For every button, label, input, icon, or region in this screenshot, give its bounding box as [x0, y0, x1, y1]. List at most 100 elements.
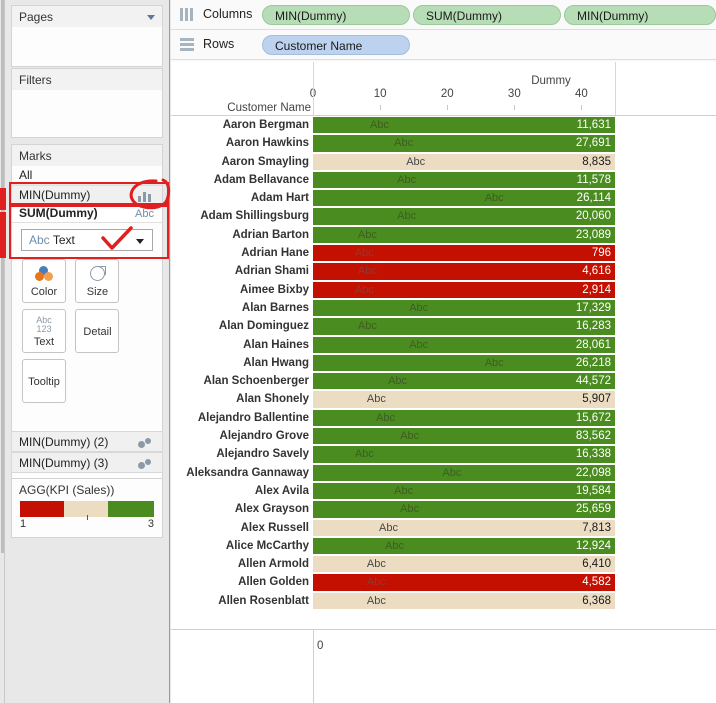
chart-row[interactable]: Adam Hart Abc 26,114 — [171, 189, 716, 207]
chart-row[interactable]: Alejandro Grove Abc 83,562 — [171, 427, 716, 445]
rows-pill-customer-name[interactable]: Customer Name — [262, 35, 410, 55]
row-header-label[interactable]: Aleksandra Gannaway — [171, 464, 309, 482]
marks-tooltip-button[interactable]: Tooltip — [22, 359, 66, 403]
row-header-label[interactable]: Alice McCarthy — [171, 537, 309, 555]
row-bar[interactable]: Abc 26,114 — [313, 190, 615, 207]
row-header-label[interactable]: Alejandro Ballentine — [171, 409, 309, 427]
row-header-label[interactable]: Alan Dominguez — [171, 317, 309, 335]
row-header-label[interactable]: Aimee Bixby — [171, 281, 309, 299]
row-bar[interactable]: Abc 7,813 — [313, 519, 615, 536]
row-bar[interactable]: Abc 28,061 — [313, 336, 615, 353]
row-header-label[interactable]: Allen Rosenblatt — [171, 592, 309, 610]
columns-pill-min-dummy-1[interactable]: MIN(Dummy) — [262, 5, 410, 25]
chart-row[interactable]: Adam Bellavance Abc 11,578 — [171, 171, 716, 189]
chart-row[interactable]: Alex Avila Abc 19,584 — [171, 482, 716, 500]
marks-card-min-dummy-2[interactable]: MIN(Dummy) (2) — [11, 431, 163, 452]
columns-pill-sum-dummy[interactable]: SUM(Dummy) — [413, 5, 561, 25]
chart-row[interactable]: Alan Haines Abc 28,061 — [171, 336, 716, 354]
chart-row[interactable]: Aleksandra Gannaway Abc 22,098 — [171, 464, 716, 482]
chart-row[interactable]: Adrian Shami Abc 4,616 — [171, 262, 716, 280]
row-header-label[interactable]: Aaron Smayling — [171, 153, 309, 171]
row-bar[interactable]: Abc 22,098 — [313, 464, 615, 481]
row-bar[interactable]: Abc 11,578 — [313, 171, 615, 189]
rows-shelf[interactable]: Rows Customer Name — [171, 30, 716, 60]
row-bar[interactable]: Abc 12,924 — [313, 537, 615, 555]
row-bar[interactable]: Abc 4,582 — [313, 574, 615, 591]
chart-row[interactable]: Alex Grayson Abc 25,659 — [171, 500, 716, 518]
row-bar[interactable]: Abc 6,410 — [313, 556, 615, 573]
chevron-down-icon[interactable] — [136, 239, 144, 244]
marks-detail-button[interactable]: Detail — [75, 309, 120, 353]
marks-tab-min-dummy[interactable]: MIN(Dummy) — [12, 185, 162, 204]
chart-row[interactable]: Allen Golden Abc 4,582 — [171, 573, 716, 591]
row-bar[interactable]: Abc 8,835 — [313, 153, 615, 170]
chart-row[interactable]: Alice McCarthy Abc 12,924 — [171, 537, 716, 555]
marks-text-button[interactable]: Abc 123 Text — [22, 309, 66, 353]
row-header-label[interactable]: Alan Barnes — [171, 299, 309, 317]
row-header-label[interactable]: Alan Hwang — [171, 354, 309, 372]
chart-row[interactable]: Alan Dominguez Abc 16,283 — [171, 317, 716, 335]
chart-row[interactable]: Alejandro Savely Abc 16,338 — [171, 445, 716, 463]
chart-row[interactable]: Alan Shonely Abc 5,907 — [171, 390, 716, 408]
row-bar[interactable]: Abc 17,329 — [313, 299, 615, 317]
chart-row[interactable]: Aaron Smayling Abc 8,835 — [171, 153, 716, 171]
chart-row[interactable]: Adrian Barton Abc 23,089 — [171, 226, 716, 244]
marks-tab-all[interactable]: All — [12, 166, 162, 185]
row-header-label[interactable]: Adam Bellavance — [171, 171, 309, 189]
row-bar[interactable]: Abc 44,572 — [313, 373, 615, 390]
row-bar[interactable]: Abc 25,659 — [313, 501, 615, 518]
chart-row[interactable]: Allen Rosenblatt Abc 6,368 — [171, 592, 716, 610]
row-bar[interactable]: Abc 16,283 — [313, 318, 615, 335]
row-header-label[interactable]: Adrian Shami — [171, 262, 309, 280]
row-header-label[interactable]: Alejandro Savely — [171, 445, 309, 463]
row-header-label[interactable]: Alan Schoenberger — [171, 372, 309, 390]
columns-pill-min-dummy-2[interactable]: MIN(Dummy) — [564, 5, 716, 25]
row-bar[interactable]: Abc 83,562 — [313, 428, 615, 445]
row-bar[interactable]: Abc 2,914 — [313, 281, 615, 298]
chart-row[interactable]: Alan Schoenberger Abc 44,572 — [171, 372, 716, 390]
color-legend-gradient[interactable] — [20, 501, 154, 520]
mark-type-dropdown[interactable]: Abc Text — [21, 229, 153, 251]
row-header-label[interactable]: Adam Hart — [171, 189, 309, 207]
chart-row[interactable]: Alejandro Ballentine Abc 15,672 — [171, 409, 716, 427]
row-header-label[interactable]: Aaron Hawkins — [171, 134, 309, 152]
row-bar[interactable]: Abc 4,616 — [313, 263, 615, 280]
row-bar[interactable]: Abc 11,631 — [313, 117, 615, 134]
chart-row[interactable]: Aimee Bixby Abc 2,914 — [171, 281, 716, 299]
chart-row[interactable]: Adrian Hane Abc 796 — [171, 244, 716, 262]
row-bar[interactable]: Abc 27,691 — [313, 135, 615, 152]
row-header-label[interactable]: Alex Russell — [171, 519, 309, 537]
marks-card-min-dummy-3[interactable]: MIN(Dummy) (3) — [11, 452, 163, 473]
row-bar[interactable]: Abc 26,218 — [313, 354, 615, 372]
row-bar[interactable]: Abc 20,060 — [313, 208, 615, 225]
chart-row[interactable]: Alex Russell Abc 7,813 — [171, 519, 716, 537]
row-header-label[interactable]: Adam Shillingsburg — [171, 207, 309, 225]
row-bar[interactable]: Abc 15,672 — [313, 409, 615, 427]
chart-row[interactable]: Alan Hwang Abc 26,218 — [171, 354, 716, 372]
chevron-down-icon[interactable] — [147, 15, 155, 20]
row-header-label[interactable]: Alan Shonely — [171, 390, 309, 408]
chart-row[interactable]: Aaron Hawkins Abc 27,691 — [171, 134, 716, 152]
row-bar[interactable]: Abc 16,338 — [313, 446, 615, 463]
row-bar[interactable]: Abc 5,907 — [313, 391, 615, 408]
row-bar[interactable]: Abc 23,089 — [313, 226, 615, 244]
marks-color-button[interactable]: Color — [22, 259, 66, 303]
sidebar-scrollbar[interactable] — [0, 0, 5, 703]
row-header-label[interactable]: Alex Avila — [171, 482, 309, 500]
sidebar-scrollbar-thumb[interactable] — [1, 0, 4, 553]
row-bar[interactable]: Abc 796 — [313, 245, 615, 262]
chart-row[interactable]: Aaron Bergman Abc 11,631 — [171, 116, 716, 134]
chart-row[interactable]: Allen Armold Abc 6,410 — [171, 555, 716, 573]
row-header-label[interactable]: Allen Armold — [171, 555, 309, 573]
marks-size-button[interactable]: Size — [75, 259, 120, 303]
row-header-label[interactable]: Alan Haines — [171, 336, 309, 354]
row-header-label[interactable]: Adrian Barton — [171, 226, 309, 244]
marks-tab-sum-dummy[interactable]: SUM(Dummy) Abc — [12, 204, 162, 223]
row-header-label[interactable]: Allen Golden — [171, 573, 309, 591]
row-bar[interactable]: Abc 19,584 — [313, 482, 615, 500]
row-header-label[interactable]: Alex Grayson — [171, 500, 309, 518]
row-header-label[interactable]: Adrian Hane — [171, 244, 309, 262]
chart-row[interactable]: Alan Barnes Abc 17,329 — [171, 299, 716, 317]
chart-row[interactable]: Adam Shillingsburg Abc 20,060 — [171, 207, 716, 225]
row-bar[interactable]: Abc 6,368 — [313, 592, 615, 610]
